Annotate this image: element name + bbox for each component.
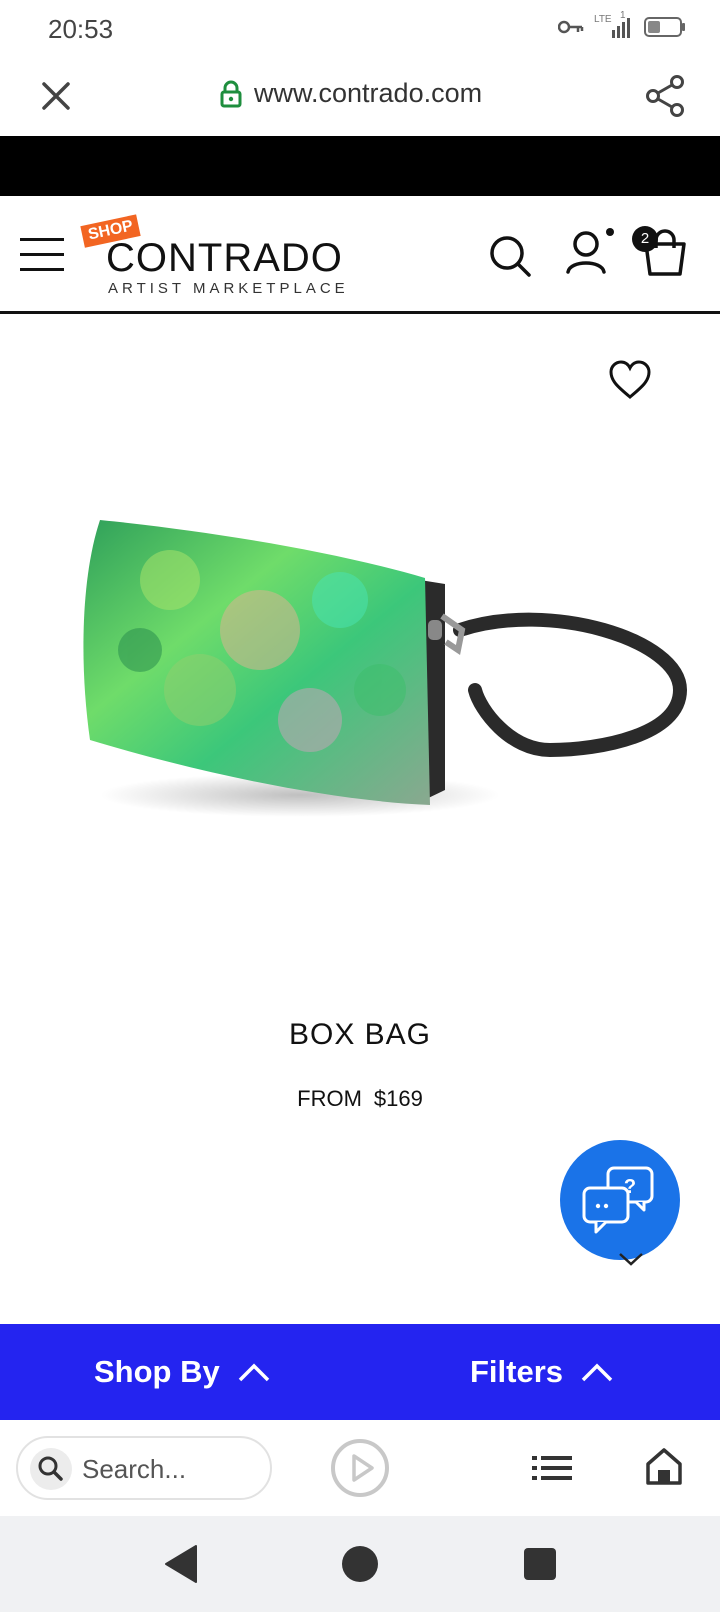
product-image[interactable] (80, 520, 690, 840)
promo-banner (0, 136, 720, 196)
product-price: FROM $169 (0, 1086, 720, 1112)
browser-bottom-toolbar: Search... (0, 1420, 720, 1516)
shop-by-button[interactable]: Shop By (94, 1324, 270, 1420)
search-icon[interactable] (488, 234, 532, 278)
chat-help-icon: ? (582, 1166, 654, 1234)
shop-filter-bar: Shop By Filters (0, 1324, 720, 1420)
shop-by-label: Shop By (94, 1354, 220, 1389)
status-time: 20:53 (48, 14, 114, 44)
system-nav-bar (0, 1516, 720, 1612)
vpn-key-icon (558, 20, 584, 34)
url-text: www.contrado.com (254, 78, 483, 108)
chevron-up-icon (581, 1363, 613, 1382)
search-icon (30, 1448, 72, 1490)
home-nav-icon[interactable] (342, 1546, 378, 1582)
filters-button[interactable]: Filters (470, 1324, 613, 1420)
play-icon[interactable] (330, 1438, 390, 1498)
recents-icon[interactable] (524, 1548, 556, 1580)
price-value: $169 (373, 1086, 423, 1111)
menu-icon[interactable] (20, 238, 64, 272)
battery-icon (644, 17, 685, 37)
help-chat-button[interactable]: ? (560, 1140, 680, 1260)
back-icon[interactable] (164, 1544, 198, 1584)
status-bar: 20:53 LTE 1 (0, 0, 720, 58)
cart-count-badge: 2 (632, 226, 658, 252)
cart-button[interactable]: 2 (632, 226, 690, 278)
home-icon[interactable] (644, 1446, 684, 1486)
product-name[interactable]: BOX BAG (0, 1018, 720, 1052)
chevron-down-icon[interactable] (618, 1252, 644, 1266)
site-header: SHOP CONTRADO ARTIST MARKETPLACE 2 (0, 196, 720, 314)
browser-url-bar: www.contrado.com (0, 58, 720, 136)
chevron-up-icon (238, 1363, 269, 1382)
site-logo[interactable]: SHOP CONTRADO ARTIST MARKETPLACE (80, 214, 362, 297)
lock-icon (220, 80, 242, 107)
status-icons: LTE 1 (558, 10, 686, 40)
account-icon[interactable] (566, 228, 614, 278)
filters-label: Filters (470, 1354, 564, 1389)
logo-tagline: ARTIST MARKETPLACE (108, 280, 349, 297)
search-placeholder: Search... (82, 1454, 187, 1484)
heart-icon[interactable] (608, 360, 652, 400)
url-field[interactable]: www.contrado.com (220, 78, 482, 109)
price-prefix: FROM (297, 1086, 362, 1111)
close-icon[interactable] (36, 76, 76, 116)
list-icon[interactable] (532, 1452, 572, 1484)
logo-name: CONTRADO (106, 236, 343, 280)
browser-search-input[interactable]: Search... (16, 1436, 272, 1500)
signal-icon: LTE 1 (594, 10, 634, 40)
share-icon[interactable] (644, 74, 686, 118)
